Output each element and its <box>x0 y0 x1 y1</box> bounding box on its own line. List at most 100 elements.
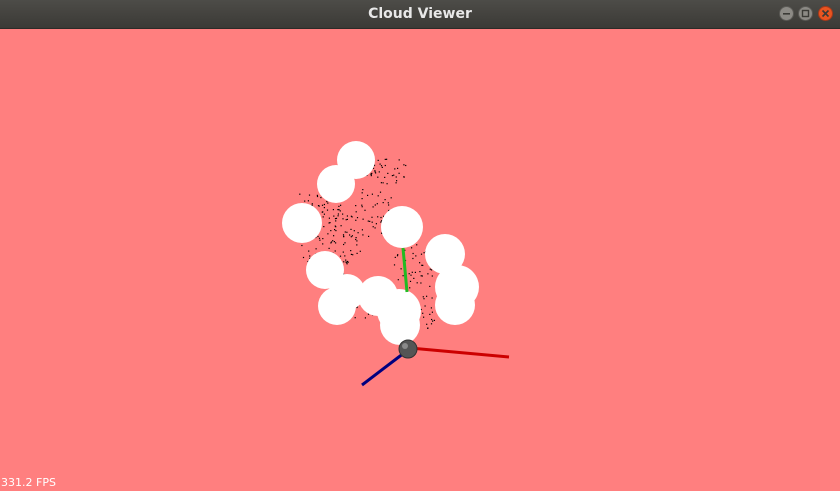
cloud-point <box>375 172 377 174</box>
cloud-point <box>361 204 363 206</box>
cloud-point <box>335 242 337 244</box>
cloud-point <box>419 271 421 273</box>
cloud-point <box>338 209 340 211</box>
cloud-point <box>320 197 322 199</box>
cloud-point <box>384 158 386 160</box>
cloud-point <box>354 317 356 319</box>
close-button[interactable] <box>818 6 833 21</box>
cloud-point <box>393 264 396 266</box>
cloud-point <box>302 256 305 259</box>
cloud-point <box>333 241 335 243</box>
cloud-point <box>400 268 402 270</box>
cloud-point <box>388 204 390 206</box>
cloud-point <box>344 242 346 244</box>
cloud-point <box>337 209 339 211</box>
cloud-point <box>346 215 348 217</box>
cloud-point <box>386 183 388 185</box>
cloud-point <box>412 252 414 255</box>
cloud-point <box>384 164 386 167</box>
cloud-point <box>326 201 328 203</box>
cloud-point <box>381 166 383 168</box>
cloud-point <box>308 194 311 196</box>
title-bar[interactable]: Cloud Viewer <box>0 0 840 29</box>
cloud-point <box>327 202 329 204</box>
cloud-point <box>377 195 379 197</box>
cloud-point <box>329 222 331 224</box>
cloud-point <box>393 174 395 176</box>
cloud-point <box>380 182 382 184</box>
cloud-point <box>299 193 301 195</box>
cloud-point <box>379 163 381 165</box>
cloud-point <box>398 159 400 161</box>
cloud-point <box>337 215 339 217</box>
cloud-point <box>411 247 413 249</box>
cloud-point <box>345 259 347 261</box>
cloud-point <box>377 216 379 218</box>
cloud-point <box>367 194 369 196</box>
cloud-point <box>337 213 339 215</box>
3d-viewport[interactable]: 331.2 FPS <box>0 29 840 491</box>
cloud-point <box>338 205 340 207</box>
cloud-point <box>423 252 425 254</box>
cloud-point <box>423 298 425 300</box>
cloud-point <box>430 269 433 271</box>
sphere-marker <box>435 285 475 325</box>
cloud-point <box>370 175 372 177</box>
cloud-point <box>339 255 342 257</box>
window-title: Cloud Viewer <box>368 6 472 22</box>
cloud-point <box>342 251 344 253</box>
cloud-point <box>334 225 336 227</box>
cloud-point <box>330 241 333 243</box>
point-cloud-scene[interactable] <box>0 29 840 491</box>
cloud-point <box>369 220 371 222</box>
cloud-point <box>413 277 415 279</box>
cloud-point <box>322 211 324 213</box>
cloud-point <box>416 244 418 246</box>
cloud-point <box>355 237 357 239</box>
cloud-point <box>307 200 309 202</box>
cloud-point <box>356 217 359 219</box>
cloud-point <box>429 285 431 287</box>
cloud-point <box>350 253 352 255</box>
cloud-point <box>395 182 397 184</box>
cloud-point <box>328 247 330 249</box>
cloud-point <box>317 205 320 207</box>
cloud-point <box>326 209 329 211</box>
cloud-point <box>424 305 426 307</box>
cloud-point <box>411 271 413 273</box>
sphere-marker <box>318 287 356 325</box>
cloud-point <box>421 275 423 277</box>
cloud-point <box>361 198 363 200</box>
cloud-point <box>371 193 373 195</box>
cloud-point <box>323 213 325 215</box>
maximize-button[interactable] <box>798 6 813 21</box>
cloud-point <box>335 220 337 222</box>
cloud-point <box>394 168 396 170</box>
cloud-point <box>301 244 303 247</box>
cloud-point <box>422 264 424 266</box>
cloud-point <box>304 200 306 202</box>
cloud-point <box>403 176 405 178</box>
axis-origin <box>398 339 418 359</box>
cloud-point <box>345 219 347 221</box>
cloud-point <box>386 158 388 160</box>
cloud-point <box>384 199 386 201</box>
cloud-point <box>355 211 357 213</box>
cloud-point <box>374 204 376 206</box>
cloud-point <box>350 250 352 252</box>
cloud-point <box>322 238 324 240</box>
cloud-point <box>380 216 382 219</box>
cloud-point <box>355 205 357 207</box>
cloud-point <box>416 282 418 284</box>
cloud-point <box>384 176 386 178</box>
cloud-point <box>353 230 355 232</box>
cloud-point <box>335 230 337 232</box>
cloud-point <box>333 215 335 217</box>
cloud-point <box>344 231 346 233</box>
cloud-point <box>356 252 358 254</box>
minimize-button[interactable] <box>779 6 794 21</box>
cloud-point <box>344 255 346 257</box>
cloud-point <box>375 223 377 225</box>
cloud-point <box>367 220 369 222</box>
cloud-point <box>431 311 433 313</box>
